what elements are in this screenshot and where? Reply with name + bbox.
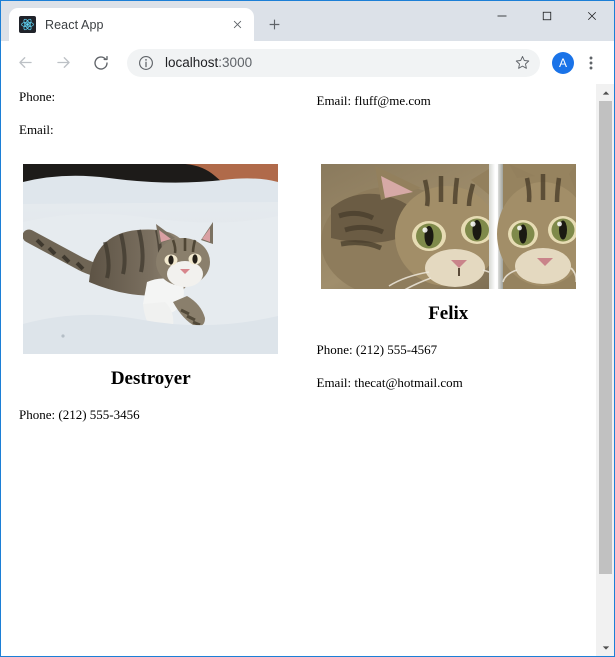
minimize-button[interactable] bbox=[479, 1, 524, 31]
bookmark-star-icon[interactable] bbox=[510, 51, 534, 75]
chrome-menu-icon[interactable] bbox=[578, 49, 604, 77]
cat-phone: Phone: (212) 555-4567 bbox=[316, 342, 438, 357]
tab-title: React App bbox=[45, 17, 104, 32]
close-window-button[interactable] bbox=[569, 1, 614, 31]
cat-name: Destroyer bbox=[110, 368, 191, 389]
cat-card: Phone: Email: bbox=[1, 84, 299, 148]
tab-strip: React App bbox=[1, 1, 614, 41]
scroll-down-arrow-icon[interactable] bbox=[597, 639, 614, 656]
reload-icon[interactable] bbox=[87, 49, 115, 77]
scrollbar-thumb[interactable] bbox=[599, 101, 612, 574]
cat-card-grid: Phone: Email: Email: fluff@me.com Destro… bbox=[1, 84, 596, 450]
back-icon[interactable] bbox=[11, 49, 39, 77]
browser-tab-react-app[interactable]: React App bbox=[9, 8, 254, 41]
browser-toolbar: localhost:3000 A bbox=[1, 41, 614, 84]
cat-email: Email: bbox=[19, 122, 54, 137]
cat-phone: Phone: bbox=[19, 89, 56, 104]
cat-card: Felix Phone: (212) 555-4567 Email: theca… bbox=[299, 148, 597, 450]
react-logo-icon bbox=[19, 16, 36, 33]
cat-card: Destroyer Phone: (212) 555-3456 bbox=[1, 148, 299, 450]
url-host: localhost bbox=[165, 55, 219, 70]
vertical-scrollbar[interactable] bbox=[596, 84, 614, 656]
cat-email: Email: fluff@me.com bbox=[316, 93, 431, 108]
url-text: localhost:3000 bbox=[165, 55, 510, 70]
cat-name: Felix bbox=[428, 303, 469, 324]
site-info-icon[interactable] bbox=[138, 55, 154, 71]
window-controls bbox=[479, 1, 614, 31]
tabby-cat-in-snow-photo bbox=[23, 164, 279, 354]
address-bar[interactable]: localhost:3000 bbox=[127, 48, 540, 77]
page-viewport: Phone: Email: Email: fluff@me.com Destro… bbox=[1, 84, 614, 656]
forward-icon[interactable] bbox=[49, 49, 77, 77]
scroll-up-arrow-icon[interactable] bbox=[597, 84, 614, 101]
react-app-page: Phone: Email: Email: fluff@me.com Destro… bbox=[1, 84, 596, 656]
cat-card: Fluffykins Phone: (212) 555-2345 Email: … bbox=[299, 84, 597, 148]
cat-phone: Phone: (212) 555-3456 bbox=[19, 407, 140, 422]
new-tab-button[interactable] bbox=[260, 10, 288, 38]
profile-avatar[interactable]: A bbox=[552, 51, 574, 74]
profile-initial: A bbox=[558, 55, 567, 70]
url-port: :3000 bbox=[218, 55, 253, 70]
tab-close-icon[interactable] bbox=[228, 16, 246, 34]
cat-email: Email: thecat@hotmail.com bbox=[316, 375, 463, 390]
maximize-button[interactable] bbox=[524, 1, 569, 31]
tabby-kitten-mirror-photo bbox=[320, 164, 576, 289]
browser-window: React App localhost:3000 A Phone: Email:… bbox=[0, 0, 615, 657]
